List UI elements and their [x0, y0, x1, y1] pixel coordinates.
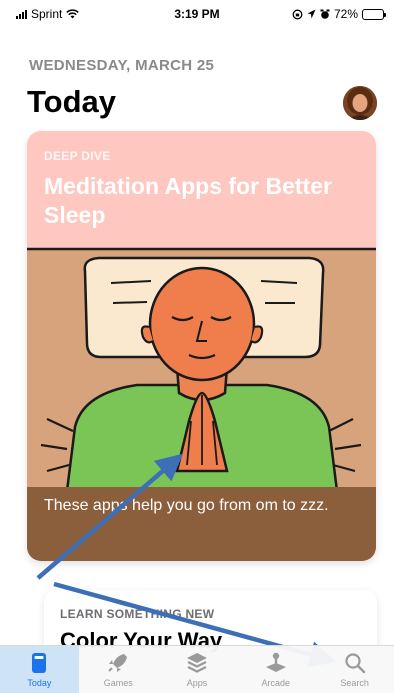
tab-bar: Today Games Apps Arcade Search [0, 645, 394, 693]
avatar-image [343, 86, 377, 120]
status-indicators: 72% [292, 7, 386, 21]
page-title: Today [27, 84, 116, 119]
tab-apps[interactable]: Apps [158, 646, 237, 693]
feature-story-card[interactable]: DEEP DIVE Meditation Apps for Better Sle… [27, 131, 376, 561]
tab-label-search: Search [340, 678, 369, 688]
tab-arcade[interactable]: Arcade [236, 646, 315, 693]
card-description: These apps help you go from om to zzz. [44, 497, 329, 514]
account-avatar[interactable] [343, 86, 377, 120]
tab-label-arcade: Arcade [261, 678, 291, 688]
joystick-icon [265, 652, 286, 672]
rocket-icon [108, 654, 128, 672]
layers-icon [186, 653, 207, 673]
search-icon [344, 653, 365, 674]
battery-icon [362, 8, 386, 20]
date-label: WEDNESDAY, MARCH 25 [29, 57, 215, 74]
card-eyebrow: DEEP DIVE [44, 149, 111, 163]
card-title: Meditation Apps for Better Sleep [44, 173, 332, 228]
tab-label-apps: Apps [186, 678, 208, 688]
today-icon [32, 653, 47, 673]
tab-games[interactable]: Games [79, 646, 158, 693]
status-bar: Sprint 3:19 PM 72% [0, 0, 394, 30]
alarm-icon [320, 9, 330, 19]
tab-search[interactable]: Search [315, 646, 394, 693]
battery-percent: 72% [333, 7, 358, 21]
second-card-eyebrow: LEARN SOMETHING NEW [60, 607, 215, 621]
location-icon [307, 9, 316, 19]
lock-rotation-icon [292, 9, 303, 19]
tab-label-games: Games [103, 678, 133, 688]
tab-today[interactable]: Today [0, 646, 79, 693]
tab-label-today: Today [27, 678, 52, 688]
